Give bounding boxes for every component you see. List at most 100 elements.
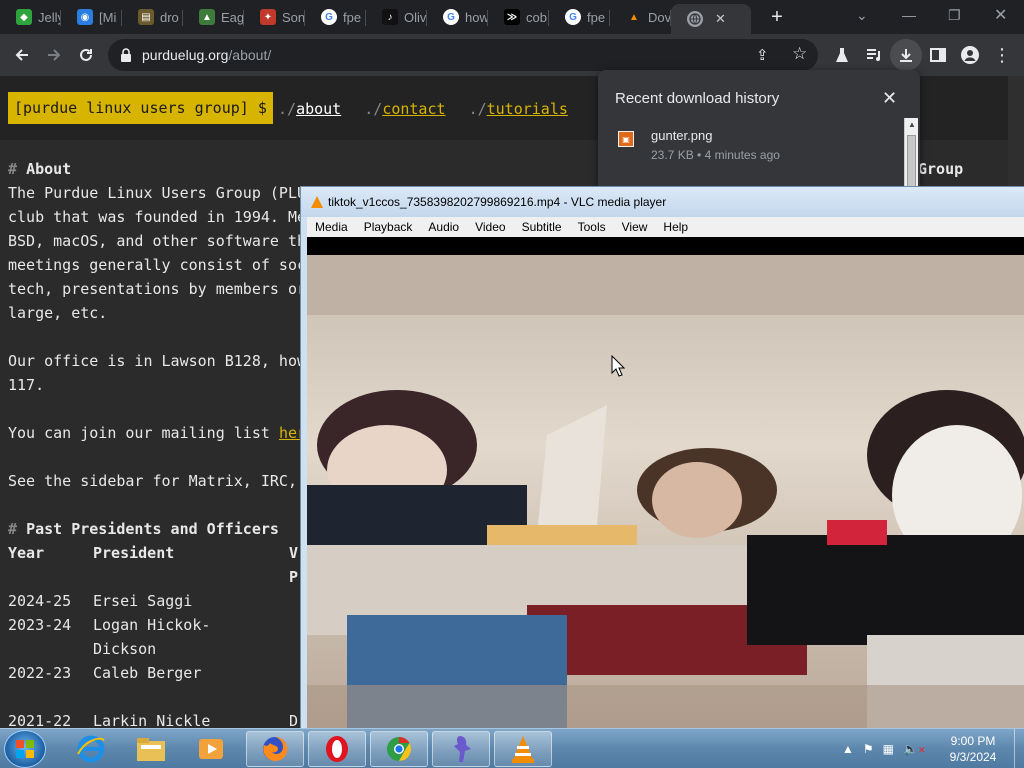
jellyfin-icon: ◆ — [16, 9, 32, 25]
tab-label: how — [465, 9, 488, 25]
firefox-taskbar-icon[interactable] — [246, 731, 304, 767]
download-icon — [900, 49, 912, 62]
table-cell-year: 2024-25 — [8, 592, 72, 610]
tab-5[interactable]: Gfpe — [305, 4, 366, 30]
network-icon[interactable]: ▦ — [883, 742, 894, 756]
tab-purduelug-about[interactable]: ✕ — [671, 4, 751, 34]
start-button[interactable] — [4, 730, 46, 768]
address-bar[interactable]: purduelug.org/about/ ⇪ ☆ — [108, 39, 818, 71]
vlc-taskbar-icon[interactable] — [494, 731, 552, 767]
nav-link-contact[interactable]: contact — [382, 100, 445, 118]
show-hidden-icons-icon[interactable]: ▲ — [842, 742, 854, 756]
pidgin-taskbar-icon[interactable] — [432, 731, 490, 767]
show-desktop-button[interactable] — [1014, 729, 1024, 768]
close-icon[interactable]: ✕ — [882, 88, 897, 109]
menu-help[interactable]: Help — [655, 220, 696, 234]
tab-3[interactable]: ▲ Eagl — [183, 4, 244, 30]
table-cell-president: Larkin Nickle — [93, 712, 211, 728]
matrix-icon: ◉ — [77, 9, 93, 25]
forward-button[interactable] — [38, 39, 70, 71]
lab-flask-icon[interactable] — [826, 39, 858, 71]
menu-audio[interactable]: Audio — [420, 220, 467, 234]
share-icon[interactable]: ⇪ — [756, 46, 769, 64]
table-cell-year: 2022-23 — [8, 664, 72, 682]
menu-media[interactable]: Media — [307, 220, 356, 234]
menu-playback[interactable]: Playback — [356, 220, 421, 234]
tab-label: cob — [526, 9, 547, 25]
tab-1[interactable]: ◉ [Mi — [61, 4, 122, 30]
file-explorer-icon[interactable] — [122, 731, 180, 767]
tab-6[interactable]: ♪ Oliv — [366, 4, 427, 30]
table-header-president: President — [93, 544, 175, 562]
vlc-window-title: tiktok_v1ccos_7358398202799869216.mp4 - … — [328, 195, 667, 209]
tab-4[interactable]: ✦ Son — [244, 4, 305, 30]
tab-2[interactable]: ▤ dro — [122, 4, 183, 30]
google-icon: G — [443, 9, 459, 25]
son-icon: ✦ — [260, 9, 276, 25]
bookmark-star-icon[interactable]: ☆ — [792, 44, 807, 64]
sidebar-heading: Group — [918, 160, 964, 178]
vlc-menu-bar: Media Playback Audio Video Subtitle Tool… — [307, 217, 1024, 237]
profile-avatar-icon[interactable] — [954, 39, 986, 71]
action-center-flag-icon[interactable]: ⚑ — [863, 742, 874, 756]
windows-logo-icon — [16, 740, 34, 758]
table-header-year: Year — [8, 544, 45, 562]
clock-time: 9:00 PM — [950, 734, 996, 748]
site-brand[interactable]: [purdue linux users group] $ — [8, 92, 273, 124]
mouse-cursor-icon — [611, 355, 625, 377]
tab-label: Eagl — [221, 9, 244, 25]
windows-taskbar: ▲ ⚑ ▦ 🔈✕ 9:00 PM 9/3/2024 — [0, 728, 1024, 768]
tab-search-chevron-icon[interactable]: ⌄ — [856, 0, 868, 30]
chrome-taskbar-icon[interactable] — [370, 731, 428, 767]
arrow-right-icon — [48, 49, 61, 61]
reading-list-icon[interactable] — [858, 39, 890, 71]
media-player-icon[interactable] — [182, 731, 240, 767]
internet-explorer-icon[interactable] — [62, 731, 120, 767]
tab-9[interactable]: Gfpe — [549, 4, 610, 30]
menu-kebab-icon[interactable]: ⋮ — [986, 39, 1018, 71]
nav-link-about[interactable]: about — [296, 100, 341, 118]
nav-prefix: ./ — [278, 100, 297, 118]
vlc-title-bar[interactable]: tiktok_v1ccos_7358398202799869216.mp4 - … — [301, 187, 1024, 217]
reload-button[interactable] — [70, 39, 102, 71]
eagle-icon: ▲ — [199, 9, 215, 25]
opera-taskbar-icon[interactable] — [308, 731, 366, 767]
video-frame[interactable] — [307, 255, 1024, 731]
video-frame-image — [307, 255, 1024, 731]
scroll-thumb[interactable] — [907, 135, 916, 188]
table-cell-president: Caleb Berger — [93, 664, 202, 682]
close-window-button[interactable]: ✕ — [994, 0, 1007, 30]
menu-video[interactable]: Video — [467, 220, 513, 234]
browser-tab-strip: ◆Jelly◉[Mi▤dro▲Eagl✦SonGfpe♪OlivGhow≫cob… — [0, 0, 1024, 34]
menu-view[interactable]: View — [614, 220, 656, 234]
tab-0[interactable]: ◆ Jelly — [0, 4, 61, 30]
menu-subtitle[interactable]: Subtitle — [514, 220, 570, 234]
download-file-meta: 23.7 KB • 4 minutes ago — [651, 148, 780, 162]
restore-button[interactable]: ❐ — [948, 0, 961, 30]
side-panel-icon[interactable] — [922, 39, 954, 71]
tiktok-icon: ♪ — [382, 9, 398, 25]
tab-close-icon[interactable]: ✕ — [715, 11, 726, 27]
downloads-button[interactable] — [890, 39, 922, 71]
scroll-up-icon[interactable]: ▲ — [908, 120, 916, 129]
taskbar-clock[interactable]: 9:00 PM 9/3/2024 — [936, 733, 1010, 765]
table-cell-president: Dickson — [93, 640, 157, 658]
globe-icon — [687, 11, 703, 27]
reload-icon — [80, 48, 92, 61]
about-text: large, etc. — [8, 304, 108, 322]
download-file-name[interactable]: gunter.png — [651, 128, 712, 143]
nav-link-tutorials[interactable]: tutorials — [487, 100, 568, 118]
tab-7[interactable]: Ghow — [427, 4, 488, 30]
back-button[interactable] — [6, 39, 38, 71]
tab-label: Jelly — [38, 9, 61, 25]
download-list-scrollbar[interactable]: ▲ — [904, 118, 918, 188]
menu-tools[interactable]: Tools — [570, 220, 614, 234]
volume-muted-icon[interactable]: 🔈✕ — [903, 742, 926, 756]
tab-8[interactable]: ≫ cob — [488, 4, 549, 30]
tab-10[interactable]: ▲ Dov — [610, 4, 671, 30]
new-tab-button[interactable]: + — [765, 6, 789, 29]
minimize-button[interactable]: — — [902, 0, 916, 30]
tab-label: Son — [282, 9, 305, 25]
tab-label: [Mi — [99, 9, 117, 25]
folder-icon: ▤ — [138, 9, 154, 25]
